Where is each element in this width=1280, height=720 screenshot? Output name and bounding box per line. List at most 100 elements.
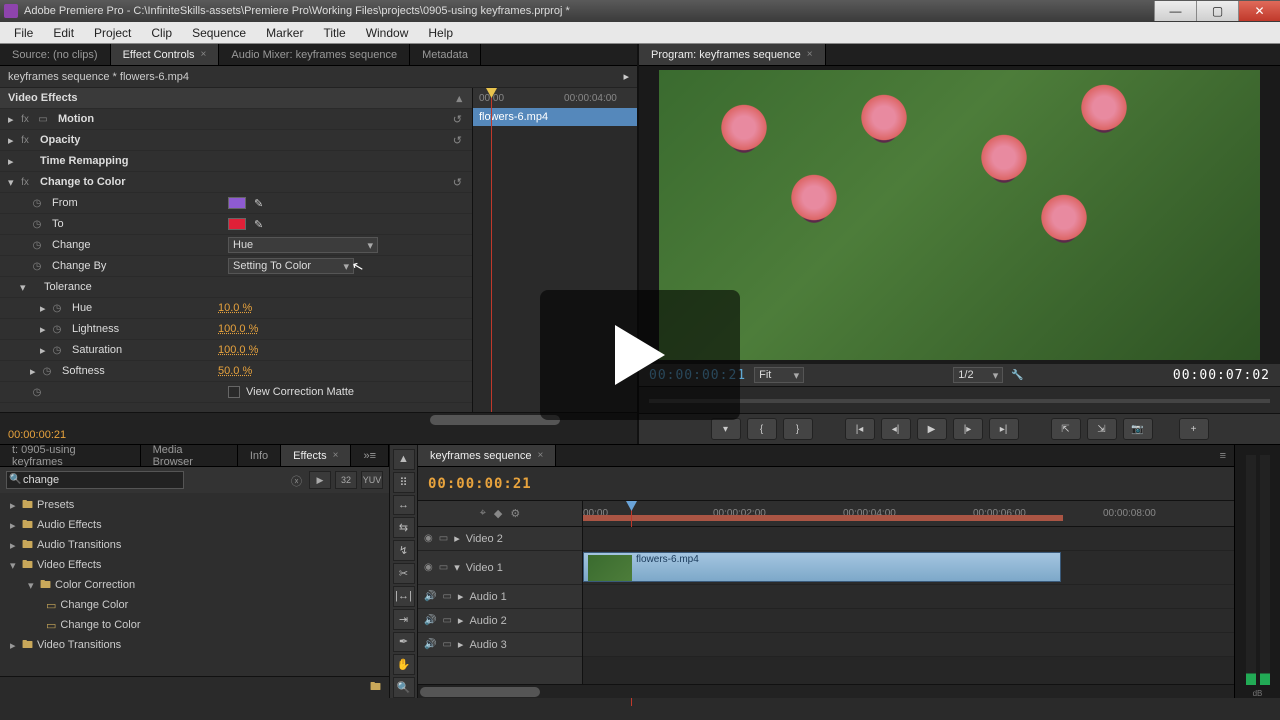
disclosure-icon[interactable]: ▸ bbox=[8, 134, 18, 147]
tree-video-transitions[interactable]: Video Transitions bbox=[37, 639, 121, 651]
disclosure-icon[interactable]: ▸ bbox=[40, 302, 50, 315]
reset-icon[interactable]: ↺ bbox=[453, 113, 462, 126]
slide-tool[interactable]: ⇥ bbox=[393, 609, 415, 630]
disclosure-icon[interactable]: ▸ bbox=[8, 113, 18, 126]
track-v1[interactable]: Video 1 bbox=[466, 562, 503, 574]
timeline-content[interactable]: flowers-6.mp4 bbox=[583, 527, 1234, 684]
lock-icon[interactable]: ▭ bbox=[439, 533, 448, 544]
rolling-tool[interactable]: ⇆ bbox=[393, 517, 415, 538]
fx-bottom-timecode[interactable]: 00:00:00:21 bbox=[8, 429, 66, 441]
ripple-tool[interactable]: ↔ bbox=[393, 495, 415, 516]
close-icon[interactable]: × bbox=[538, 450, 544, 461]
tree-change-to-color[interactable]: Change to Color bbox=[60, 619, 140, 631]
menu-file[interactable]: File bbox=[4, 24, 43, 42]
tab-project[interactable]: t: 0905-using keyframes bbox=[0, 445, 141, 466]
hand-tool[interactable]: ✋ bbox=[393, 654, 415, 675]
close-icon[interactable]: × bbox=[807, 49, 813, 60]
step-back-button[interactable]: ◂| bbox=[881, 418, 911, 440]
disclosure-icon[interactable]: ▸ bbox=[40, 344, 50, 357]
tree-color-correction[interactable]: Color Correction bbox=[55, 579, 135, 591]
32bit-icon[interactable]: 32 bbox=[335, 471, 357, 489]
tab-info[interactable]: Info bbox=[238, 445, 281, 466]
razor-tool[interactable]: ✂ bbox=[393, 563, 415, 584]
wrench-icon[interactable]: 🔧 bbox=[1011, 370, 1023, 381]
track-a2[interactable]: Audio 2 bbox=[469, 615, 506, 627]
reset-icon[interactable]: ↺ bbox=[453, 134, 462, 147]
stopwatch-icon[interactable]: ◷ bbox=[30, 259, 44, 273]
eyedropper-icon[interactable]: ✎ bbox=[254, 218, 263, 231]
track-v2[interactable]: Video 2 bbox=[466, 533, 503, 545]
stopwatch-icon[interactable]: ◷ bbox=[30, 238, 44, 252]
close-icon[interactable]: × bbox=[201, 49, 207, 60]
tree-video-effects[interactable]: Video Effects bbox=[37, 559, 101, 571]
toggle-track-icon[interactable]: ◉ bbox=[424, 533, 433, 544]
mute-icon[interactable]: 🔊 bbox=[424, 639, 436, 650]
lock-icon[interactable]: ▭ bbox=[439, 562, 448, 573]
tab-media-browser[interactable]: Media Browser bbox=[141, 445, 238, 466]
tree-audio-transitions[interactable]: Audio Transitions bbox=[37, 539, 121, 551]
disclosure-icon[interactable]: ▸ bbox=[30, 365, 40, 378]
saturation-value[interactable]: 100.0 % bbox=[218, 344, 258, 356]
export-frame-button[interactable]: 📷 bbox=[1123, 418, 1153, 440]
to-color-swatch[interactable] bbox=[228, 218, 246, 230]
tree-audio-effects[interactable]: Audio Effects bbox=[37, 519, 102, 531]
marker-icon[interactable]: ◆ bbox=[494, 507, 502, 520]
pen-tool[interactable]: ✒ bbox=[393, 632, 415, 653]
set-in-button[interactable]: { bbox=[747, 418, 777, 440]
from-color-swatch[interactable] bbox=[228, 197, 246, 209]
menu-sequence[interactable]: Sequence bbox=[182, 24, 256, 42]
menu-window[interactable]: Window bbox=[356, 24, 419, 42]
stopwatch-icon[interactable]: ◷ bbox=[50, 301, 64, 315]
track-a1[interactable]: Audio 1 bbox=[469, 591, 506, 603]
window-maximize-button[interactable]: ▢ bbox=[1196, 1, 1238, 21]
hue-value[interactable]: 10.0 % bbox=[218, 302, 252, 314]
lock-icon[interactable]: ▭ bbox=[442, 591, 451, 602]
goto-out-button[interactable]: ▸| bbox=[989, 418, 1019, 440]
track-a3[interactable]: Audio 3 bbox=[469, 639, 506, 651]
change-by-dropdown[interactable]: Setting To Color bbox=[228, 258, 354, 274]
softness-value[interactable]: 50.0 % bbox=[218, 365, 252, 377]
yuv-icon[interactable]: YUV bbox=[361, 471, 383, 489]
mute-icon[interactable]: 🔊 bbox=[424, 615, 436, 626]
timeline-timecode[interactable]: 00:00:00:21 bbox=[428, 476, 532, 492]
new-bin-icon[interactable]: 🖿 bbox=[370, 678, 381, 697]
menu-title[interactable]: Title bbox=[313, 24, 355, 42]
lift-button[interactable]: ⇱ bbox=[1051, 418, 1081, 440]
lock-icon[interactable]: ▭ bbox=[442, 639, 451, 650]
stopwatch-icon[interactable]: ◷ bbox=[30, 385, 44, 399]
zoom-dropdown[interactable]: 1/2 bbox=[953, 367, 1003, 383]
disclosure-icon[interactable]: ▸ bbox=[40, 323, 50, 336]
change-to-color-effect[interactable]: Change to Color bbox=[36, 176, 216, 188]
menu-marker[interactable]: Marker bbox=[256, 24, 313, 42]
lightness-value[interactable]: 100.0 % bbox=[218, 323, 258, 335]
set-out-button[interactable]: } bbox=[783, 418, 813, 440]
tab-sequence[interactable]: keyframes sequence× bbox=[418, 445, 556, 466]
collapse-icon[interactable]: ▴ bbox=[456, 92, 462, 105]
toggle-track-icon[interactable]: ◉ bbox=[424, 562, 433, 573]
motion-effect[interactable]: Motion bbox=[54, 113, 234, 125]
tab-effect-controls[interactable]: Effect Controls× bbox=[111, 44, 220, 65]
add-button[interactable]: + bbox=[1179, 418, 1209, 440]
snap-icon[interactable]: ⌖ bbox=[480, 507, 486, 520]
tab-source[interactable]: Source: (no clips) bbox=[0, 44, 111, 65]
tree-change-color[interactable]: Change Color bbox=[60, 599, 128, 611]
clear-search-icon[interactable]: ⓧ bbox=[291, 473, 302, 489]
selection-tool[interactable]: ▲ bbox=[393, 449, 415, 470]
zoom-tool[interactable]: 🔍 bbox=[393, 677, 415, 698]
video-play-overlay[interactable] bbox=[540, 290, 740, 420]
play-button[interactable]: ▶ bbox=[917, 418, 947, 440]
fx-playhead[interactable] bbox=[491, 88, 492, 412]
stopwatch-icon[interactable]: ◷ bbox=[50, 343, 64, 357]
window-close-button[interactable]: ✕ bbox=[1238, 1, 1280, 21]
window-minimize-button[interactable]: — bbox=[1154, 1, 1196, 21]
stopwatch-icon[interactable]: ◷ bbox=[40, 364, 54, 378]
stopwatch-icon[interactable]: ◷ bbox=[30, 196, 44, 210]
menu-help[interactable]: Help bbox=[418, 24, 463, 42]
reset-icon[interactable]: ↺ bbox=[453, 176, 462, 189]
timeline-ruler[interactable]: 00:00 00:00:02:00 00:00:04:00 00:00:06:0… bbox=[583, 501, 1234, 526]
mark-in-button[interactable]: ▾ bbox=[711, 418, 741, 440]
close-icon[interactable]: × bbox=[333, 450, 339, 461]
change-dropdown[interactable]: Hue bbox=[228, 237, 378, 253]
accel-fx-icon[interactable]: ▶ bbox=[309, 471, 331, 489]
tree-presets[interactable]: Presets bbox=[37, 499, 74, 511]
